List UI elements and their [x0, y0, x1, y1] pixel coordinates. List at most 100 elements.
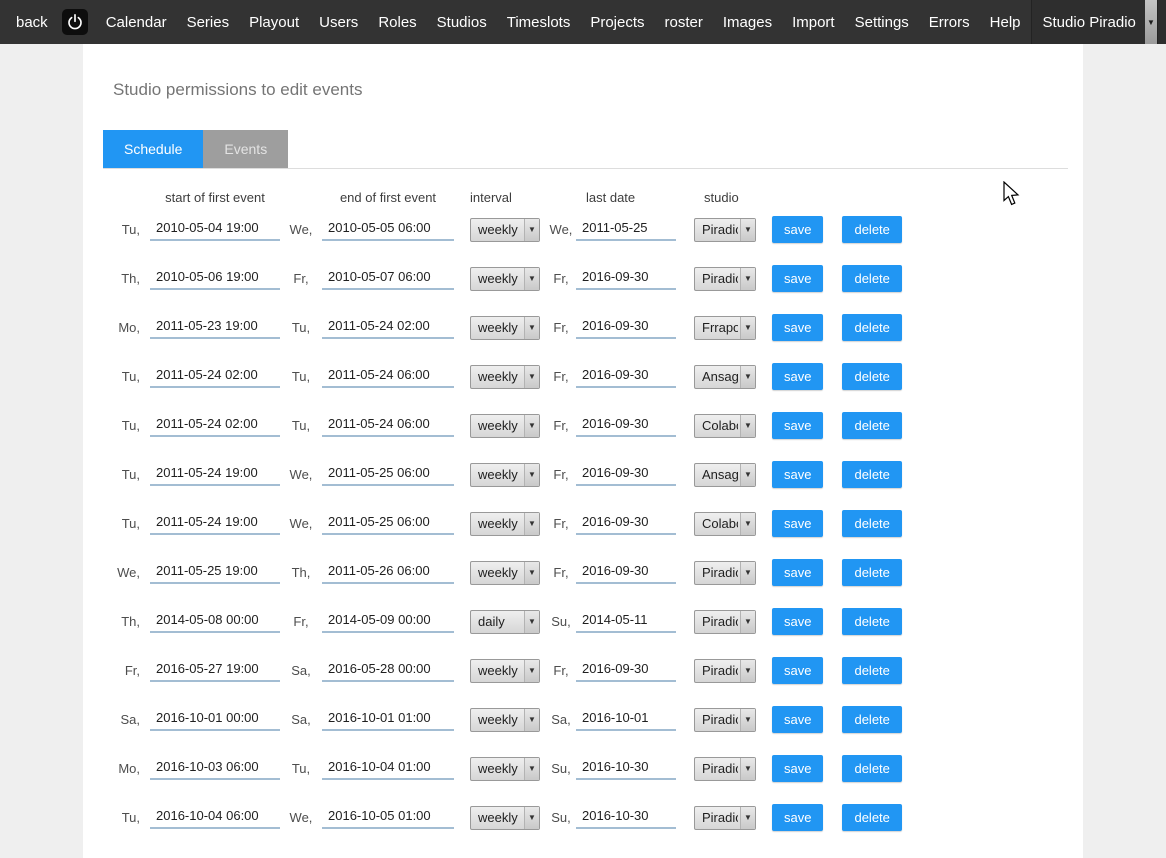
save-button[interactable]: save	[772, 216, 823, 243]
last-date-input[interactable]	[576, 561, 676, 584]
nav-item-users[interactable]: Users	[309, 0, 368, 44]
interval-select[interactable]: weekly ▼	[470, 659, 540, 683]
end-datetime-input[interactable]	[322, 512, 454, 535]
interval-select[interactable]: daily ▼	[470, 610, 540, 634]
end-datetime-input[interactable]	[322, 561, 454, 584]
delete-button[interactable]: delete	[842, 314, 901, 341]
last-date-input[interactable]	[576, 365, 676, 388]
interval-select[interactable]: weekly ▼	[470, 316, 540, 340]
end-datetime-input[interactable]	[322, 757, 454, 780]
tab-schedule[interactable]: Schedule	[103, 130, 203, 168]
last-date-input[interactable]	[576, 414, 676, 437]
nav-item-roster[interactable]: roster	[655, 0, 713, 44]
end-datetime-input[interactable]	[322, 806, 454, 829]
studio-select[interactable]: Ansage ▼	[694, 365, 756, 389]
delete-button[interactable]: delete	[842, 461, 901, 488]
nav-item-import[interactable]: Import	[782, 0, 845, 44]
start-datetime-input[interactable]	[150, 806, 280, 829]
studio-select[interactable]: Ansage ▼	[694, 463, 756, 487]
nav-item-projects[interactable]: Projects	[580, 0, 654, 44]
interval-select[interactable]: weekly ▼	[470, 806, 540, 830]
interval-select[interactable]: weekly ▼	[470, 512, 540, 536]
start-datetime-input[interactable]	[150, 463, 280, 486]
nav-item-timeslots[interactable]: Timeslots	[497, 0, 581, 44]
last-date-input[interactable]	[576, 659, 676, 682]
nav-item-series[interactable]: Series	[177, 0, 240, 44]
start-datetime-input[interactable]	[150, 757, 280, 780]
end-datetime-input[interactable]	[322, 316, 454, 339]
studio-select[interactable]: Piradio ▼	[694, 659, 756, 683]
last-date-input[interactable]	[576, 806, 676, 829]
delete-button[interactable]: delete	[842, 216, 901, 243]
studio-select[interactable]: Piradio ▼	[694, 267, 756, 291]
interval-select[interactable]: weekly ▼	[470, 757, 540, 781]
nav-item-errors[interactable]: Errors	[919, 0, 980, 44]
nav-item-images[interactable]: Images	[713, 0, 782, 44]
interval-select[interactable]: weekly ▼	[470, 463, 540, 487]
end-datetime-input[interactable]	[322, 267, 454, 290]
studio-select[interactable]: Piradio ▼	[694, 218, 756, 242]
interval-select[interactable]: weekly ▼	[470, 414, 540, 438]
project-dropdown[interactable]: Project 88vier ▼	[1157, 0, 1166, 44]
start-datetime-input[interactable]	[150, 414, 280, 437]
save-button[interactable]: save	[772, 804, 823, 831]
delete-button[interactable]: delete	[842, 559, 901, 586]
nav-item-help[interactable]: Help	[980, 0, 1031, 44]
delete-button[interactable]: delete	[842, 510, 901, 537]
save-button[interactable]: save	[772, 706, 823, 733]
delete-button[interactable]: delete	[842, 755, 901, 782]
last-date-input[interactable]	[576, 512, 676, 535]
start-datetime-input[interactable]	[150, 218, 280, 241]
save-button[interactable]: save	[772, 461, 823, 488]
tab-events[interactable]: Events	[203, 130, 288, 168]
start-datetime-input[interactable]	[150, 512, 280, 535]
end-datetime-input[interactable]	[322, 463, 454, 486]
delete-button[interactable]: delete	[842, 608, 901, 635]
end-datetime-input[interactable]	[322, 218, 454, 241]
last-date-input[interactable]	[576, 463, 676, 486]
end-datetime-input[interactable]	[322, 659, 454, 682]
start-datetime-input[interactable]	[150, 365, 280, 388]
start-datetime-input[interactable]	[150, 561, 280, 584]
studio-select[interactable]: Piradio ▼	[694, 757, 756, 781]
save-button[interactable]: save	[772, 363, 823, 390]
start-datetime-input[interactable]	[150, 708, 280, 731]
delete-button[interactable]: delete	[842, 706, 901, 733]
save-button[interactable]: save	[772, 314, 823, 341]
nav-item-studios[interactable]: Studios	[427, 0, 497, 44]
nav-item-roles[interactable]: Roles	[368, 0, 426, 44]
interval-select[interactable]: weekly ▼	[470, 561, 540, 585]
studio-select[interactable]: Colabo ▼	[694, 512, 756, 536]
studio-dropdown[interactable]: Studio Piradio ▼	[1031, 0, 1157, 44]
interval-select[interactable]: weekly ▼	[470, 218, 540, 242]
last-date-input[interactable]	[576, 267, 676, 290]
start-datetime-input[interactable]	[150, 659, 280, 682]
save-button[interactable]: save	[772, 412, 823, 439]
save-button[interactable]: save	[772, 265, 823, 292]
delete-button[interactable]: delete	[842, 804, 901, 831]
interval-select[interactable]: weekly ▼	[470, 365, 540, 389]
delete-button[interactable]: delete	[842, 412, 901, 439]
studio-select[interactable]: Piradio ▼	[694, 561, 756, 585]
last-date-input[interactable]	[576, 316, 676, 339]
save-button[interactable]: save	[772, 657, 823, 684]
last-date-input[interactable]	[576, 708, 676, 731]
delete-button[interactable]: delete	[842, 363, 901, 390]
start-datetime-input[interactable]	[150, 610, 280, 633]
nav-item-settings[interactable]: Settings	[845, 0, 919, 44]
studio-select[interactable]: Piradio ▼	[694, 610, 756, 634]
studio-select[interactable]: Piradio ▼	[694, 708, 756, 732]
last-date-input[interactable]	[576, 757, 676, 780]
end-datetime-input[interactable]	[322, 610, 454, 633]
end-datetime-input[interactable]	[322, 365, 454, 388]
delete-button[interactable]: delete	[842, 265, 901, 292]
nav-item-playout[interactable]: Playout	[239, 0, 309, 44]
studio-select[interactable]: Colabo ▼	[694, 414, 756, 438]
last-date-input[interactable]	[576, 610, 676, 633]
studio-select[interactable]: Piradio ▼	[694, 806, 756, 830]
interval-select[interactable]: weekly ▼	[470, 708, 540, 732]
start-datetime-input[interactable]	[150, 316, 280, 339]
back-link[interactable]: back	[16, 0, 58, 44]
save-button[interactable]: save	[772, 510, 823, 537]
save-button[interactable]: save	[772, 755, 823, 782]
